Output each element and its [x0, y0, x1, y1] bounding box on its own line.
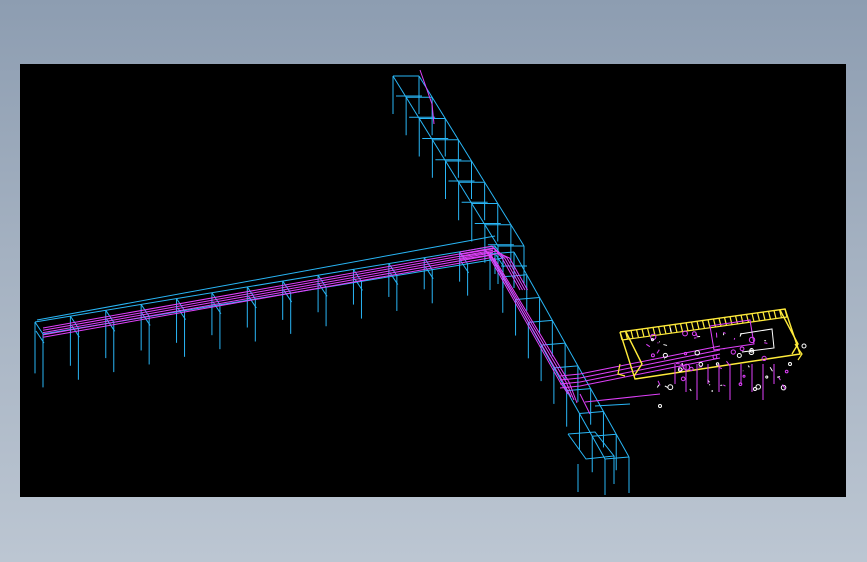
equipment-nozzle — [801, 343, 807, 349]
west-pipe — [42, 249, 494, 331]
equipment-stub — [663, 344, 668, 346]
grating-bar — [646, 328, 651, 337]
grating-bar — [734, 315, 739, 325]
equipment-nozzle — [667, 384, 674, 391]
equipment-stub — [777, 376, 781, 378]
equipment-stub — [663, 358, 666, 360]
equipment-stub — [769, 366, 773, 372]
grating-bar — [635, 329, 640, 338]
north-pipe — [419, 69, 433, 105]
equipment-nozzle — [658, 404, 662, 408]
equipment-nozzle — [765, 375, 769, 379]
grating-bar — [701, 320, 706, 329]
equipment-nozzle — [650, 353, 655, 358]
grating-bar — [685, 322, 689, 331]
grating-bar — [630, 330, 634, 339]
rack-beam — [579, 410, 604, 414]
grating-bar — [663, 325, 667, 335]
feed-pipe — [579, 393, 591, 415]
equipment-nozzle — [730, 349, 736, 355]
equipment-nozzle — [715, 362, 720, 366]
equipment-nozzle — [739, 346, 745, 352]
equipment-nozzle — [753, 387, 757, 391]
equipment-nozzle — [683, 351, 688, 356]
grating-bar — [657, 326, 662, 335]
equipment-stub — [764, 342, 768, 344]
equipment-stub — [657, 380, 661, 386]
cad-viewport[interactable] — [20, 64, 846, 497]
grating-bar — [740, 314, 744, 324]
equipment-stub — [681, 363, 684, 366]
grating-bar — [696, 321, 700, 330]
platform-ladder — [779, 309, 799, 355]
west-pipe — [42, 252, 494, 334]
rack-rail — [392, 75, 499, 247]
se-pipe — [484, 248, 569, 395]
equipment-stub — [656, 384, 660, 388]
west-pipe — [42, 256, 494, 338]
equipment-stub — [646, 343, 651, 348]
rack-beam — [592, 433, 617, 437]
rack-rail-top — [36, 235, 496, 321]
equipment-nozzle — [742, 374, 746, 378]
rack-beam — [541, 342, 566, 346]
grating-bar — [679, 323, 684, 332]
equipment-nozzle — [698, 362, 704, 367]
se-pipe — [490, 254, 575, 401]
grating-bar — [641, 328, 645, 338]
platform-edge — [794, 343, 803, 361]
equipment-vessel — [739, 328, 775, 353]
pipe-rack-drawing — [34, 69, 807, 495]
grating-bar — [773, 310, 777, 319]
equipment-nozzle — [680, 376, 686, 382]
rack-rail — [34, 245, 496, 323]
rack-beam — [604, 456, 630, 460]
equipment-nozzle — [712, 354, 718, 360]
se-pipe — [487, 251, 572, 398]
rack-rail — [513, 251, 630, 458]
equipment-stub — [733, 337, 736, 340]
equipment-stub — [656, 349, 660, 354]
equipment-stub — [723, 384, 726, 387]
grating-bar — [745, 314, 750, 323]
west-pipe — [42, 247, 494, 329]
equipment-nozzle — [788, 362, 792, 366]
equipment-nozzle — [784, 369, 789, 374]
grating-bar — [767, 311, 772, 320]
grating-bar — [690, 321, 695, 331]
equipment-nozzle — [736, 352, 742, 358]
equipment-stub — [747, 365, 750, 368]
grating-bar — [762, 311, 766, 321]
grating-bar — [674, 324, 678, 333]
equipment-stub — [695, 332, 698, 338]
equipment-stub — [689, 388, 692, 392]
rack-beam — [566, 388, 591, 392]
end-bay — [567, 431, 615, 460]
grating-bar — [756, 312, 761, 321]
equipment-stub — [657, 342, 659, 344]
equipment-nozzle — [691, 331, 697, 337]
grating-bar — [751, 313, 755, 322]
grating-bar — [729, 316, 733, 325]
west-pipe — [42, 254, 494, 336]
pipe-runs — [42, 69, 721, 415]
